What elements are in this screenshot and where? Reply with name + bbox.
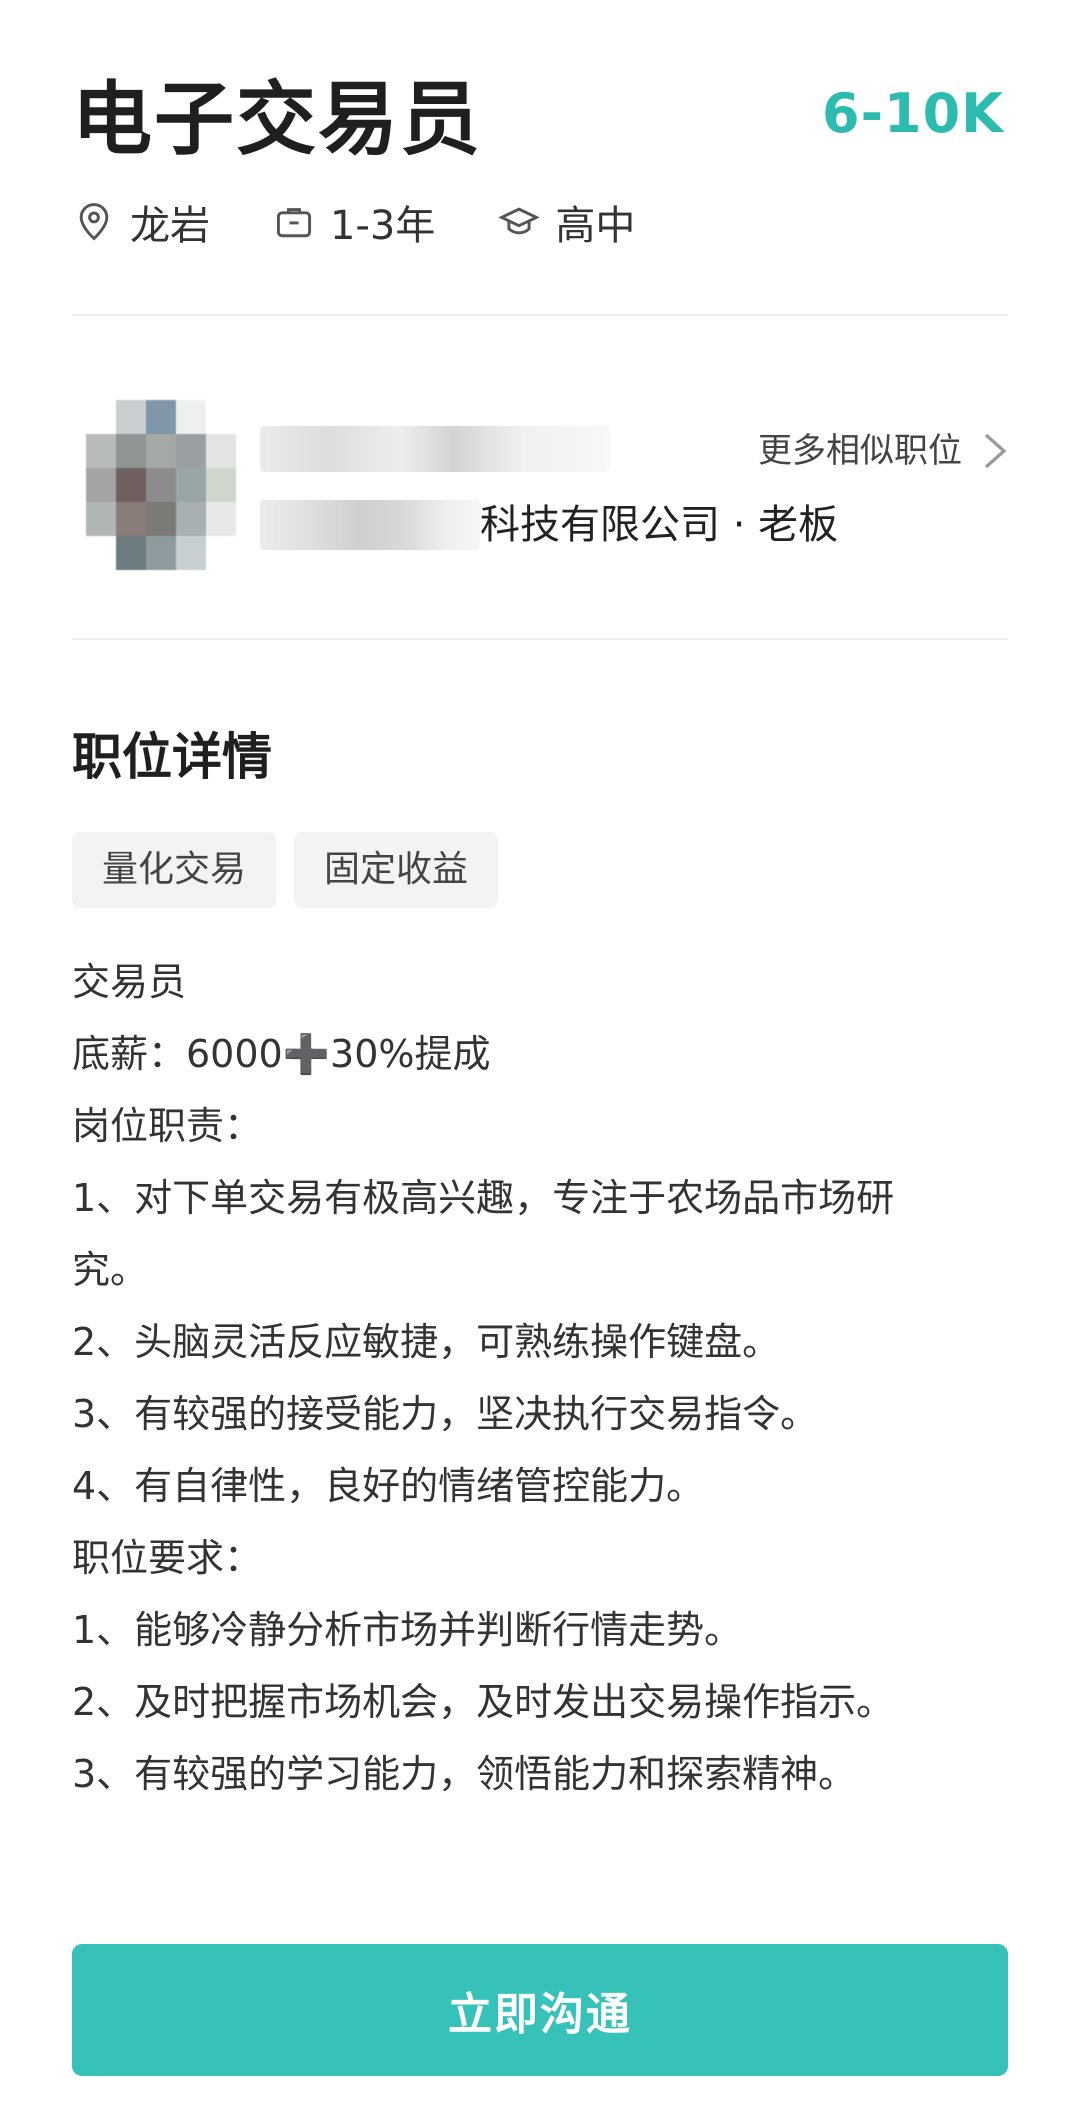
location-pin-icon [72, 200, 116, 244]
description-line: 3、有较强的接受能力，坚决执行交易指令。 [72, 1392, 819, 1436]
tag: 固定收益 [294, 832, 499, 908]
company-title: 科技有限公司 · 老板 [480, 502, 839, 548]
company-name-blurred [260, 500, 480, 550]
salary: 6-10K [822, 82, 1004, 145]
description-line: 1、能够冷静分析市场并判断行情走势。 [72, 1608, 743, 1652]
job-description: 交易员 底薪：6000➕30%提成 岗位职责： 1、对下单交易有极高兴趣，专注于… [72, 946, 1008, 1810]
tag: 量化交易 [72, 832, 277, 908]
boss-card[interactable]: 科技有限公司 · 老板 更多相似职位 [72, 400, 1008, 580]
chevron-right-icon [984, 433, 1007, 469]
education-text: 高中 [555, 203, 636, 249]
job-detail-page: 电子交易员 6-10K 龙岩 1-3年 高中 科技有限公司 · 老板 更多相似职… [0, 0, 1080, 2128]
experience-text: 1-3年 [330, 203, 436, 249]
location-text: 龙岩 [130, 203, 210, 249]
description-line: 2、及时把握市场机会，及时发出交易操作指示。 [72, 1680, 895, 1724]
description-line: 底薪：6000➕30%提成 [72, 1032, 491, 1076]
education: 高中 [497, 193, 635, 251]
chat-now-button[interactable]: 立即沟通 [72, 1944, 1008, 2076]
description-line: 究。 [72, 1248, 149, 1292]
job-tags: 量化交易 固定收益 [72, 832, 516, 908]
similar-jobs-label: 更多相似职位 [758, 431, 962, 471]
description-line: 1、对下单交易有极高兴趣，专注于农场品市场研 [72, 1176, 895, 1220]
experience: 1-3年 [272, 193, 435, 251]
description-line: 4、有自律性，良好的情绪管控能力。 [72, 1464, 705, 1508]
boss-name-blurred [260, 426, 610, 472]
description-line: 交易员 [72, 960, 187, 1004]
job-title: 电子交易员 [72, 73, 482, 166]
briefcase-icon [272, 200, 316, 244]
description-line: 2、头脑灵活反应敏捷，可熟练操作键盘。 [72, 1320, 781, 1364]
section-title-job-details: 职位详情 [72, 728, 272, 786]
graduation-cap-icon [497, 200, 541, 244]
similar-jobs-link[interactable]: 更多相似职位 [758, 428, 1008, 474]
divider [72, 638, 1008, 640]
description-line: 3、有较强的学习能力，领悟能力和探索精神。 [72, 1752, 857, 1796]
description-line: 职位要求： [72, 1536, 263, 1580]
divider [72, 314, 1008, 316]
avatar [86, 400, 236, 570]
description-line: 岗位职责： [72, 1104, 263, 1148]
location: 龙岩 [72, 193, 210, 251]
job-meta: 龙岩 1-3年 高中 [72, 194, 697, 250]
